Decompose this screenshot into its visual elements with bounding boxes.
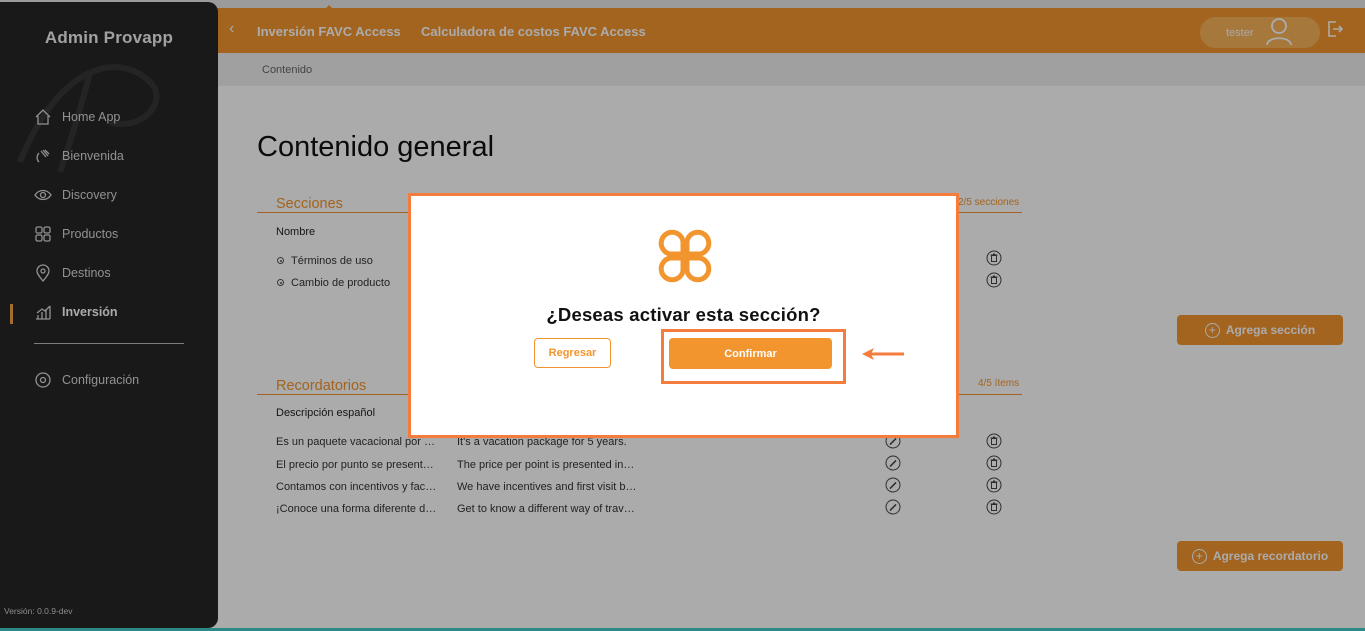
reminder-en: The price per point is presented in doll… bbox=[457, 459, 637, 471]
radio-icon[interactable] bbox=[277, 257, 284, 264]
add-section-label: Agrega sección bbox=[1225, 323, 1316, 337]
trash-icon[interactable] bbox=[986, 499, 1002, 515]
user-menu[interactable] bbox=[1200, 17, 1320, 48]
reminder-es: El precio por punto se presenta en dólar… bbox=[276, 459, 438, 471]
bar-chart-icon bbox=[34, 303, 52, 321]
reminder-en: We have incentives and first visit benef… bbox=[457, 481, 637, 493]
sidebar-item-label: Home App bbox=[62, 110, 121, 124]
active-tab-notch bbox=[324, 5, 334, 10]
confirm-button[interactable]: Confirmar bbox=[669, 338, 832, 369]
tab-inversion-favc[interactable]: Inversión FAVC Access bbox=[257, 24, 401, 39]
add-reminder-label: Agrega recordatorio bbox=[1212, 549, 1329, 563]
sidebar-item-destinos[interactable]: Destinos bbox=[34, 264, 111, 282]
sections-count: 2/5 secciones bbox=[958, 197, 1020, 208]
grid-icon bbox=[34, 225, 52, 243]
plus-circle-icon: + bbox=[1191, 548, 1207, 564]
eye-icon bbox=[34, 186, 52, 204]
version-label: Versión: 0.0.9-dev bbox=[4, 606, 73, 616]
back-button[interactable]: Regresar bbox=[534, 338, 611, 368]
clover-logo-icon bbox=[655, 226, 715, 291]
radio-icon[interactable] bbox=[277, 279, 284, 286]
trash-icon[interactable] bbox=[986, 272, 1002, 288]
user-icon[interactable] bbox=[1264, 16, 1294, 51]
tab-calculadora-costos[interactable]: Calculadora de costos FAVC Access bbox=[421, 24, 646, 39]
trash-icon[interactable] bbox=[986, 433, 1002, 449]
active-indicator bbox=[10, 304, 13, 324]
page-title: Contenido general bbox=[257, 131, 495, 163]
chevron-left-icon[interactable]: ‹ bbox=[229, 20, 234, 38]
home-icon bbox=[34, 108, 52, 126]
gear-icon bbox=[34, 371, 52, 389]
sidebar-item-label: Discovery bbox=[62, 188, 117, 202]
trash-icon[interactable] bbox=[986, 250, 1002, 266]
plus-circle-icon: + bbox=[1204, 322, 1220, 338]
sidebar-item-home-app[interactable]: Home App bbox=[34, 108, 120, 126]
wave-hand-icon bbox=[34, 147, 52, 165]
sections-title: Secciones bbox=[276, 196, 343, 212]
confirm-modal: ¿Deseas activar esta sección? Regresar C… bbox=[408, 193, 959, 438]
sidebar-item-bienvenida[interactable]: Bienvenida bbox=[34, 147, 124, 165]
sub-header bbox=[218, 53, 1365, 86]
column-header-nombre: Nombre bbox=[276, 226, 316, 238]
trash-icon[interactable] bbox=[986, 477, 1002, 493]
column-header-descripcion: Descripción español bbox=[276, 407, 376, 419]
reminder-en: Get to know a different way of traveling… bbox=[457, 503, 637, 515]
add-reminder-button[interactable]: + Agrega recordatorio bbox=[1177, 541, 1343, 571]
reminders-count: 4/5 ítems bbox=[978, 378, 1020, 389]
sidebar-item-label: Inversión bbox=[62, 305, 118, 319]
trash-icon[interactable] bbox=[986, 455, 1002, 471]
sidebar-item-label: Bienvenida bbox=[62, 149, 124, 163]
reminder-es: Contamos con incentivos y facilidades. bbox=[276, 481, 438, 493]
logout-icon[interactable] bbox=[1326, 20, 1344, 43]
add-section-button[interactable]: + Agrega sección bbox=[1177, 315, 1343, 345]
arrow-left-icon bbox=[858, 344, 908, 369]
breadcrumb: Contenido bbox=[262, 64, 313, 76]
sidebar: Admin Provapp Home App Bienvenida Discov… bbox=[0, 2, 218, 628]
map-pin-icon bbox=[34, 264, 52, 282]
sidebar-item-productos[interactable]: Productos bbox=[34, 225, 118, 243]
sidebar-item-discovery[interactable]: Discovery bbox=[34, 186, 117, 204]
sidebar-item-label: Configuración bbox=[62, 373, 140, 387]
sidebar-item-label: Productos bbox=[62, 227, 119, 241]
sidebar-item-configuracion[interactable]: Configuración bbox=[34, 371, 139, 389]
edit-icon[interactable] bbox=[885, 455, 901, 471]
reminder-es: ¡Conoce una forma diferente de viajar! bbox=[276, 503, 438, 515]
app-window: ‹ Inversión FAVC Access Calculadora de c… bbox=[0, 0, 1365, 631]
sidebar-item-label: Destinos bbox=[62, 266, 111, 280]
sidebar-divider bbox=[34, 343, 184, 344]
reminders-title: Recordatorios bbox=[276, 378, 367, 394]
brand-title: Admin Provapp bbox=[44, 28, 174, 47]
modal-question: ¿Deseas activar esta sección? bbox=[546, 304, 821, 325]
edit-icon[interactable] bbox=[885, 477, 901, 493]
sidebar-item-inversion[interactable]: Inversión bbox=[34, 303, 118, 321]
edit-icon[interactable] bbox=[885, 499, 901, 515]
user-name: tester bbox=[1226, 27, 1254, 39]
